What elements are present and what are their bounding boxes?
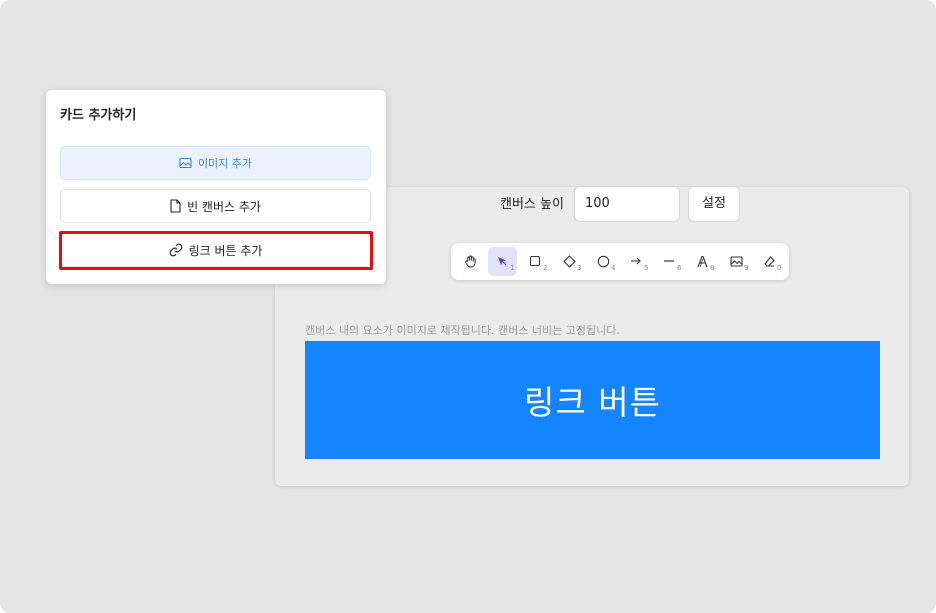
arrow-icon xyxy=(631,257,641,265)
add-link-button-button[interactable]: 링크 버튼 추가 xyxy=(60,233,371,267)
tool-shortcut: 4 xyxy=(611,264,616,272)
drawing-toolbar: 1 2 3 4 5 6 8 9 0 xyxy=(451,243,789,280)
tool-shortcut: 3 xyxy=(577,264,582,272)
eraser-tool[interactable]: 0 xyxy=(755,247,784,276)
line-tool[interactable]: 6 xyxy=(655,247,684,276)
tool-shortcut: 2 xyxy=(543,264,548,272)
hand-tool[interactable] xyxy=(456,247,485,276)
file-icon xyxy=(170,199,181,213)
tool-shortcut: 6 xyxy=(677,264,682,272)
text-icon xyxy=(697,255,708,268)
tool-shortcut: 5 xyxy=(644,264,649,272)
add-blank-canvas-label: 빈 캔버스 추가 xyxy=(187,199,261,214)
canvas-preview[interactable]: 링크 버튼 xyxy=(305,341,880,459)
image-icon xyxy=(730,256,743,267)
text-tool[interactable]: 8 xyxy=(688,247,717,276)
canvas-link-button-text: 링크 버튼 xyxy=(524,383,661,422)
hand-icon xyxy=(465,255,476,268)
line-icon xyxy=(664,260,674,262)
arrow-tool[interactable]: 5 xyxy=(622,247,651,276)
pointer-icon xyxy=(498,257,507,266)
tool-shortcut: 8 xyxy=(710,264,715,272)
link-icon xyxy=(169,243,182,257)
tool-shortcut: 0 xyxy=(777,264,782,272)
rectangle-tool[interactable]: 2 xyxy=(521,247,550,276)
circle-tool[interactable]: 4 xyxy=(589,247,618,276)
canvas-hint-text: 캔버스 내의 요소가 이미지로 제작됩니다. 캔버스 너비는 고정됩니다. xyxy=(305,324,620,337)
add-blank-canvas-button[interactable]: 빈 캔버스 추가 xyxy=(60,189,371,223)
rectangle-icon xyxy=(529,255,541,267)
image-icon xyxy=(179,157,192,169)
pointer-tool[interactable]: 1 xyxy=(488,247,517,276)
tool-shortcut: 1 xyxy=(510,264,515,272)
tool-shortcut: 9 xyxy=(744,264,749,272)
add-image-button[interactable]: 이미지 추가 xyxy=(60,146,371,180)
add-card-title: 카드 추가하기 xyxy=(60,108,137,123)
circle-icon xyxy=(597,255,610,268)
set-height-button[interactable]: 설정 xyxy=(688,186,740,222)
diamond-tool[interactable]: 3 xyxy=(555,247,584,276)
canvas-height-label: 캔버스 높이 xyxy=(500,197,564,212)
eraser-icon xyxy=(764,256,775,267)
add-link-button-label: 링크 버튼 추가 xyxy=(188,243,263,258)
diamond-icon xyxy=(563,255,576,268)
canvas-height-input[interactable]: 100 xyxy=(574,186,680,222)
image-tool[interactable]: 9 xyxy=(722,247,751,276)
add-image-label: 이미지 추가 xyxy=(197,157,253,170)
